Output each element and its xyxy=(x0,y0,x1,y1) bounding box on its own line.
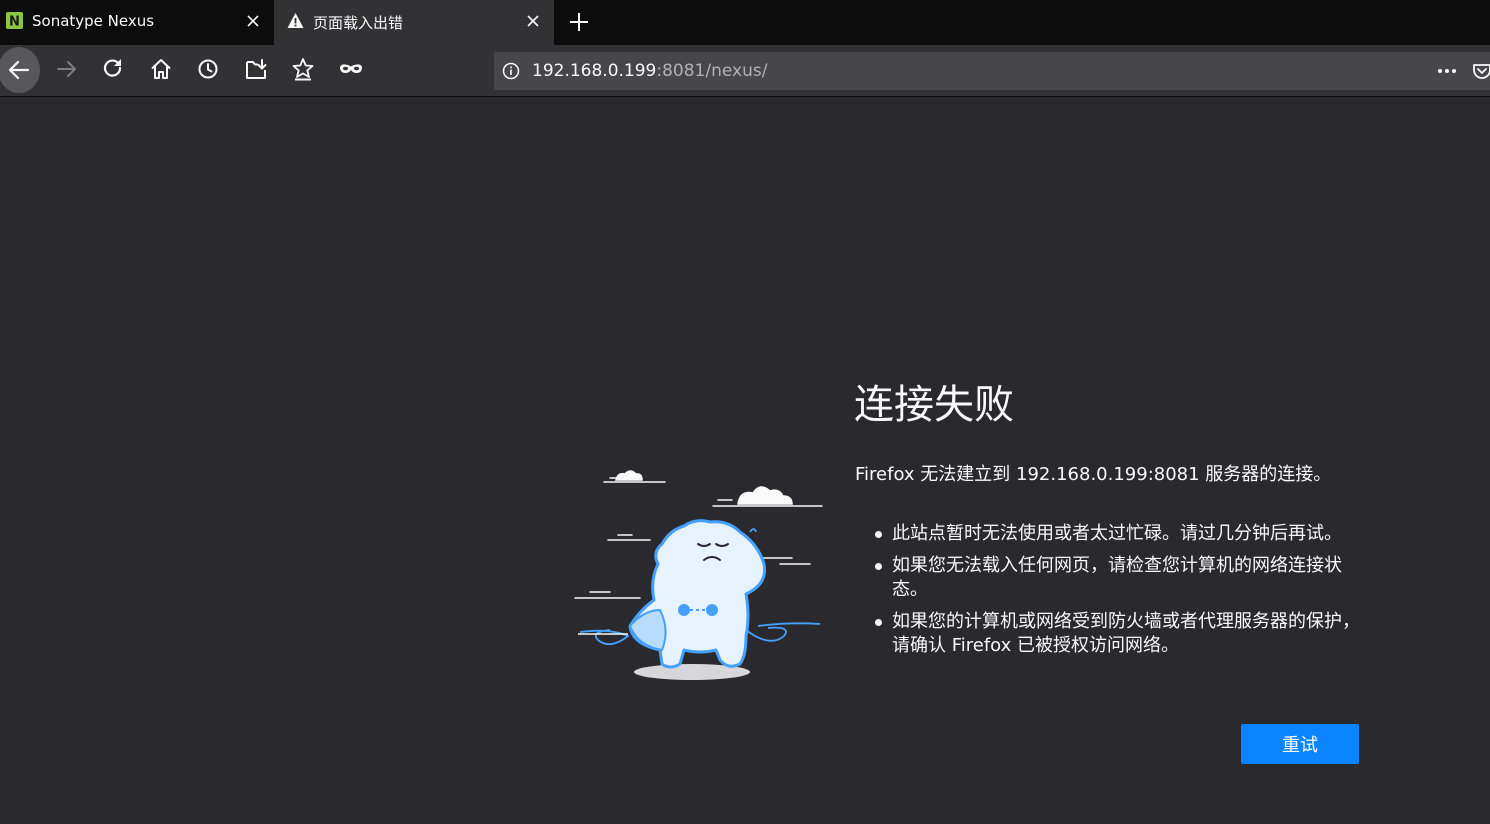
list-item: 此站点暂时无法使用或者太过忙碌。请过几分钟后再试。 xyxy=(871,522,1371,546)
error-description: Firefox 无法建立到 192.168.0.199:8081 服务器的连接。 xyxy=(855,464,1332,485)
navigation-toolbar: 192.168.0.199:8081/nexus/ xyxy=(0,45,1490,97)
tab-page-load-error[interactable]: 页面载入出错 xyxy=(274,0,554,45)
retry-button[interactable]: 重试 xyxy=(1241,724,1359,764)
tab-label: Sonatype Nexus xyxy=(32,12,155,30)
reload-icon[interactable] xyxy=(100,56,126,82)
info-icon[interactable] xyxy=(502,62,520,80)
new-tab-icon[interactable] xyxy=(566,9,592,35)
back-button[interactable] xyxy=(0,47,40,93)
url-bar[interactable]: 192.168.0.199:8081/nexus/ xyxy=(494,52,1490,90)
downloads-icon[interactable] xyxy=(243,56,269,82)
url-path: :8081/nexus/ xyxy=(656,61,768,81)
tab-strip: N Sonatype Nexus 页面载入出错 xyxy=(0,0,1490,45)
url-text[interactable]: 192.168.0.199:8081/nexus/ xyxy=(532,61,767,81)
error-title: 连接失败 xyxy=(854,382,1014,428)
list-item: 如果您无法载入任何网页，请检查您计算机的网络连接状态。 xyxy=(871,554,1371,602)
close-tab-icon[interactable] xyxy=(524,12,542,30)
url-host: 192.168.0.199 xyxy=(532,61,657,81)
home-icon[interactable] xyxy=(148,56,174,82)
bookmarks-icon[interactable] xyxy=(290,56,316,82)
nexus-favicon-icon: N xyxy=(6,12,23,29)
private-mask-icon[interactable] xyxy=(338,56,364,82)
close-tab-icon[interactable] xyxy=(244,12,262,30)
back-icon xyxy=(8,60,30,80)
tab-sonatype-nexus[interactable]: N Sonatype Nexus xyxy=(0,0,273,45)
warning-icon xyxy=(287,13,304,28)
tab-label: 页面载入出错 xyxy=(313,14,404,32)
favicon-letter: N xyxy=(9,15,20,30)
list-item: 如果您的计算机或网络受到防火墙或者代理服务器的保护，请确认 Firefox 已被… xyxy=(871,610,1371,658)
page-actions-menu-icon[interactable] xyxy=(1436,60,1458,82)
error-reasons-list: 此站点暂时无法使用或者太过忙碌。请过几分钟后再试。 如果您无法载入任何网页，请检… xyxy=(871,522,1371,666)
history-icon[interactable] xyxy=(195,56,221,82)
error-illustration xyxy=(574,470,823,680)
forward-icon[interactable] xyxy=(54,56,80,82)
pocket-icon[interactable] xyxy=(1472,61,1490,81)
